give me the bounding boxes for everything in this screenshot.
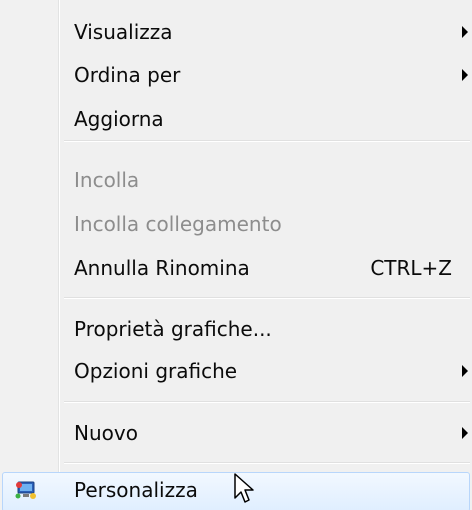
menu-separator: [64, 140, 470, 142]
menu-item-label: Nuovo: [74, 421, 138, 445]
submenu-arrow-icon: [462, 69, 468, 81]
desktop-context-menu: Visualizza Ordina per Aggiorna Incolla I…: [0, 0, 472, 510]
menu-separator: [64, 401, 470, 403]
menu-item-label: Proprietà grafiche...: [74, 317, 272, 341]
menu-item-ordina-per[interactable]: Ordina per: [0, 55, 472, 95]
menu-item-label: Ordina per: [74, 63, 181, 87]
menu-separator: [64, 462, 470, 464]
mouse-pointer-icon: [233, 472, 255, 504]
submenu-arrow-icon: [462, 365, 468, 377]
personalize-icon: [14, 479, 38, 501]
menu-item-annulla-rinomina[interactable]: Annulla Rinomina CTRL+Z: [0, 248, 472, 288]
menu-item-aggiorna[interactable]: Aggiorna: [0, 99, 472, 139]
menu-item-label: Incolla collegamento: [74, 212, 282, 236]
menu-item-shortcut: CTRL+Z: [370, 256, 452, 280]
submenu-arrow-icon: [462, 26, 468, 38]
menu-item-label: Annulla Rinomina: [74, 256, 250, 280]
menu-item-nuovo[interactable]: Nuovo: [0, 413, 472, 453]
menu-item-label: Personalizza: [74, 478, 198, 502]
menu-item-incolla-collegamento[interactable]: Incolla collegamento: [0, 204, 472, 244]
menu-item-opzioni-grafiche[interactable]: Opzioni grafiche: [0, 351, 472, 391]
menu-item-label: Opzioni grafiche: [74, 359, 238, 383]
menu-item-visualizza[interactable]: Visualizza: [0, 12, 472, 52]
menu-item-proprieta-grafiche[interactable]: Proprietà grafiche...: [0, 309, 472, 349]
menu-item-label: Aggiorna: [74, 107, 164, 131]
menu-item-label: Incolla: [74, 168, 140, 192]
menu-separator: [64, 297, 470, 299]
menu-item-incolla[interactable]: Incolla: [0, 160, 472, 200]
submenu-arrow-icon: [462, 427, 468, 439]
menu-item-label: Visualizza: [74, 20, 173, 44]
